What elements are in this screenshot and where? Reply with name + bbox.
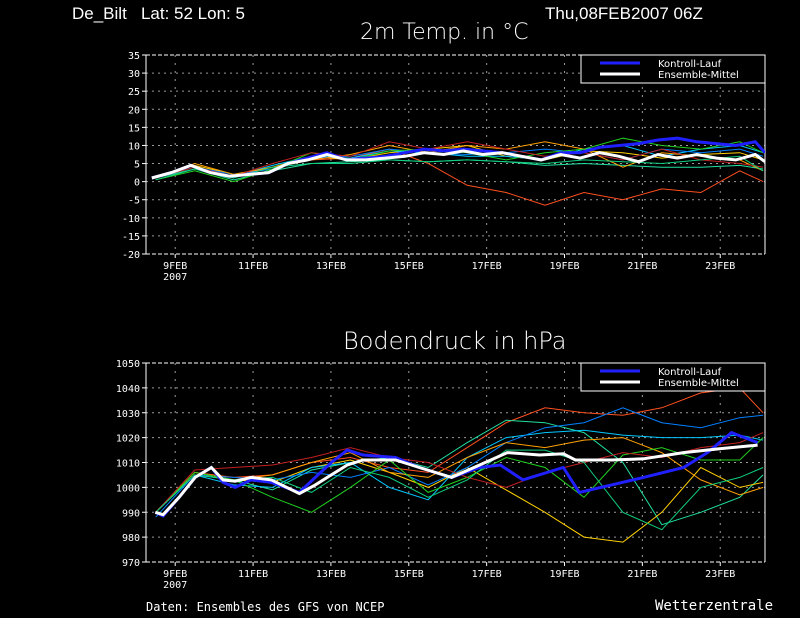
- x-tick-label: 19FEB: [549, 569, 579, 580]
- y-tick-label: -15: [122, 232, 140, 243]
- x-tick-year-label: 2007: [163, 272, 187, 283]
- legend: Kontroll-LaufEnsemble-Mittel: [580, 362, 766, 392]
- x-tick-label: 9FEB: [163, 261, 187, 272]
- x-tick-label: 11FEB: [238, 569, 268, 580]
- temperature-chart: 35 30 25 20 15 10 5 0 -5 -10 -15 -20 9FEB2007 11FEB 13…: [122, 51, 766, 283]
- y-tick-label: 970: [122, 558, 140, 569]
- charts-canvas: 35302520151050-5-10-15-209FEB200711FEB 13…: [116, 51, 766, 591]
- x-tick-label: 13FEB: [316, 569, 346, 580]
- x-tick-label: 21FEB: [627, 261, 657, 272]
- y-tick-label: 1000: [116, 483, 140, 494]
- y-tick-label: 10: [128, 141, 140, 152]
- x-tick-label: 17FEB: [472, 261, 502, 272]
- legend-mean-label: Ensemble-Mittel: [658, 70, 739, 81]
- x-tick-label: 23FEB: [705, 261, 735, 272]
- y-tick-label: -20: [122, 250, 140, 261]
- y-tick-label: 1040: [116, 384, 140, 395]
- x-tick-label: 23FEB: [705, 569, 735, 580]
- y-tick-label: 980: [122, 533, 140, 544]
- y-tick-label: 1050: [116, 359, 140, 370]
- pressure-chart: 1050 1040 1030 1020 1010 1000 990 980 970 9FEB200…: [116, 359, 766, 591]
- y-tick-label: 1030: [116, 409, 140, 420]
- ensemble-mean-line: [151, 149, 765, 180]
- y-tick-label: 15: [128, 123, 140, 134]
- series-group: [154, 387, 764, 543]
- x-tick-label: 21FEB: [627, 569, 657, 580]
- legend-mean-label: Ensemble-Mittel: [658, 378, 739, 389]
- ensemble-mean-line: [154, 443, 758, 517]
- y-tick-label: 990: [122, 508, 140, 519]
- y-tick-label: 5: [134, 160, 140, 171]
- y-tick-label: 20: [128, 105, 140, 116]
- y-tick-label: 0: [134, 178, 140, 189]
- x-tick-label: 17FEB: [472, 569, 502, 580]
- y-tick-label: 30: [128, 69, 140, 80]
- series-group: [151, 136, 765, 206]
- y-tick-label: 35: [128, 51, 140, 62]
- x-tick-label: 19FEB: [549, 261, 579, 272]
- x-tick-label: 15FEB: [394, 261, 424, 272]
- y-tick-label: 25: [128, 87, 140, 98]
- x-tick-label: 9FEB: [163, 569, 187, 580]
- ensemble-member-line: [155, 387, 764, 513]
- x-tick-year-label: 2007: [163, 580, 187, 591]
- legend-control-label: Kontroll-Lauf: [658, 367, 722, 378]
- y-tick-label: -5: [128, 196, 140, 207]
- x-tick-label: 11FEB: [238, 261, 268, 272]
- y-tick-label: -10: [122, 214, 140, 225]
- y-tick-label: 1010: [116, 459, 140, 470]
- legend: Kontroll-LaufEnsemble-Mittel: [580, 54, 766, 84]
- y-tick-label: 1020: [116, 434, 140, 445]
- legend-control-label: Kontroll-Lauf: [658, 59, 722, 70]
- x-tick-label: 15FEB: [394, 569, 424, 580]
- x-tick-label: 13FEB: [316, 261, 346, 272]
